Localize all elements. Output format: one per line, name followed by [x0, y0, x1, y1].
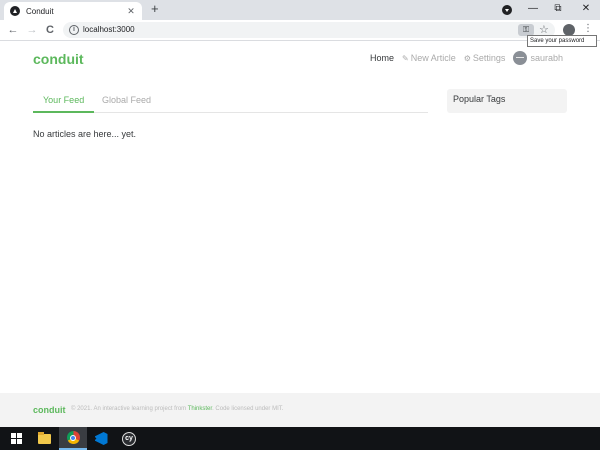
site-info-icon[interactable]: i [69, 25, 79, 35]
window-close-button[interactable]: ✕ [576, 2, 596, 16]
gear-icon: ⚙ [463, 53, 471, 63]
cypress-icon: cy [122, 431, 136, 446]
tab-your-feed[interactable]: Your Feed [33, 88, 95, 113]
user-avatar [513, 51, 528, 65]
taskbar: cy [0, 427, 600, 450]
taskbar-cypress[interactable]: cy [115, 427, 143, 450]
footer-attribution: © 2021. An interactive learning project … [71, 406, 283, 412]
empty-feed-message: No articles are here... yet. [33, 129, 137, 139]
new-tab-button[interactable]: + [151, 2, 159, 16]
nav-username: saurabh [530, 53, 563, 63]
app-navbar: conduit Home ✎ New Article ⚙ Settings sa… [0, 42, 600, 74]
nav-home-label: Home [370, 53, 395, 63]
restore-button[interactable]: ⧉ [548, 2, 568, 16]
nav-profile-link[interactable]: saurabh [513, 51, 563, 65]
vscode-icon [94, 432, 108, 445]
taskbar-vscode[interactable] [87, 427, 115, 450]
page-footer: conduit © 2021. An interactive learning … [0, 393, 600, 427]
nav-new-article-link[interactable]: ✎ New Article [402, 53, 456, 63]
footer-text-prefix: © 2021. An interactive learning project … [71, 406, 188, 412]
feed-toggle: Your Feed Global Feed [33, 88, 428, 113]
address-bar[interactable]: i localhost:3000 ⚿ ☆ [63, 22, 555, 38]
folder-icon [37, 431, 51, 444]
brand-logo[interactable]: conduit [33, 51, 84, 67]
forward-button[interactable]: → [25, 23, 39, 37]
nav-new-article-label: New Article [410, 53, 456, 63]
reload-button[interactable]: C [43, 23, 57, 37]
nav-settings-link[interactable]: ⚙ Settings [464, 53, 506, 63]
footer-text-suffix: . Code licensed under MIT. [212, 406, 284, 412]
url-text[interactable]: localhost:3000 [83, 25, 135, 34]
footer-logo[interactable]: conduit [33, 405, 66, 415]
tab-title: Conduit [26, 6, 54, 16]
browser-tab[interactable]: Conduit ✕ [4, 2, 142, 20]
compose-icon: ✎ [402, 53, 409, 63]
tab-global-feed[interactable]: Global Feed [92, 88, 161, 113]
browser-tabstrip: Conduit ✕ + — ⧉ ✕ [0, 0, 600, 20]
windows-logo-icon [10, 433, 22, 444]
back-button[interactable]: ← [6, 23, 20, 37]
minimize-button[interactable]: — [523, 2, 543, 16]
sidebar-title: Popular Tags [453, 94, 506, 104]
chrome-icon [66, 431, 80, 444]
nav-links: Home ✎ New Article ⚙ Settings saurabh [370, 50, 571, 66]
taskbar-file-explorer[interactable] [30, 427, 58, 450]
tab-close-icon[interactable]: ✕ [126, 6, 136, 17]
taskbar-chrome[interactable] [59, 427, 87, 450]
conduit-favicon-icon [10, 6, 20, 16]
tab-search-icon[interactable] [502, 5, 512, 15]
browser-menu-icon[interactable]: ⋮ [583, 23, 593, 34]
thinkster-link[interactable]: Thinkster [188, 406, 212, 412]
nav-settings-label: Settings [472, 53, 506, 63]
nav-home-link[interactable]: Home [370, 53, 394, 63]
browser-toolbar: ← → C i localhost:3000 ⚿ ☆ [0, 20, 600, 41]
popular-tags-sidebar: Popular Tags [447, 89, 567, 113]
start-button[interactable] [2, 427, 30, 450]
